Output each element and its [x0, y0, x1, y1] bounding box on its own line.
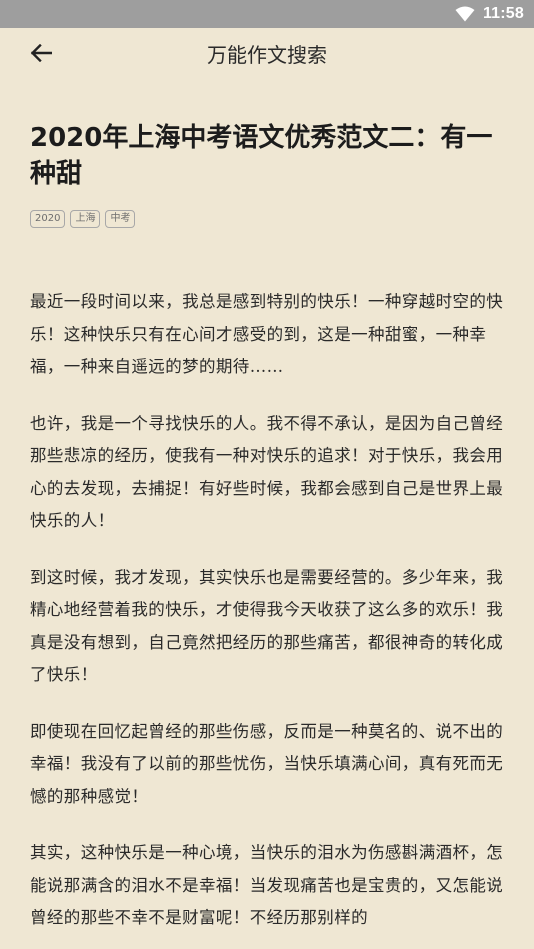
status-time: 11:58 — [482, 5, 524, 22]
article-paragraph: 也许，我是一个寻找快乐的人。我不得不承认，是因为自己曾经那些悲凉的经历，使我有一… — [30, 413, 504, 531]
toolbar-title: 万能作文搜索 — [207, 43, 327, 67]
article-paragraph: 最近一段时间以来，我总是感到特别的快乐！一种穿越时空的快乐！这种快乐只有在心间才… — [30, 292, 504, 376]
article-body: 最近一段时间以来，我总是感到特别的快乐！一种穿越时空的快乐！这种快乐只有在心间才… — [30, 286, 504, 935]
tag-region[interactable]: 上海 — [70, 210, 101, 228]
article-paragraph: 其实，这种快乐是一种心境，当快乐的泪水为伤感斟满酒杯，怎能说那满含的泪水不是幸福… — [30, 843, 504, 927]
status-icons: 11:58 — [455, 3, 524, 25]
toolbar: 万能作文搜索 — [0, 28, 534, 82]
article-paragraph: 到这时候，我才发现，其实快乐也是需要经营的。多少年来，我精心地经营着我的快乐，才… — [30, 567, 504, 685]
wifi-icon — [455, 6, 475, 22]
article-title: 2020年上海中考语文优秀范文二：有一种甜 — [30, 123, 493, 189]
tag-exam[interactable]: 中考 — [105, 210, 136, 228]
tag-list: 2020 上海 中考 — [30, 210, 504, 228]
tag-year[interactable]: 2020 — [30, 210, 66, 228]
article-content: 2020年上海中考语文优秀范文二：有一种甜 2020 上海 中考 最近一段时间以… — [30, 120, 504, 949]
status-bar: 11:58 — [0, 0, 534, 28]
article-paragraph: 即使现在回忆起曾经的那些伤感，反而是一种莫名的、说不出的幸福！我没有了以前的那些… — [30, 721, 504, 806]
